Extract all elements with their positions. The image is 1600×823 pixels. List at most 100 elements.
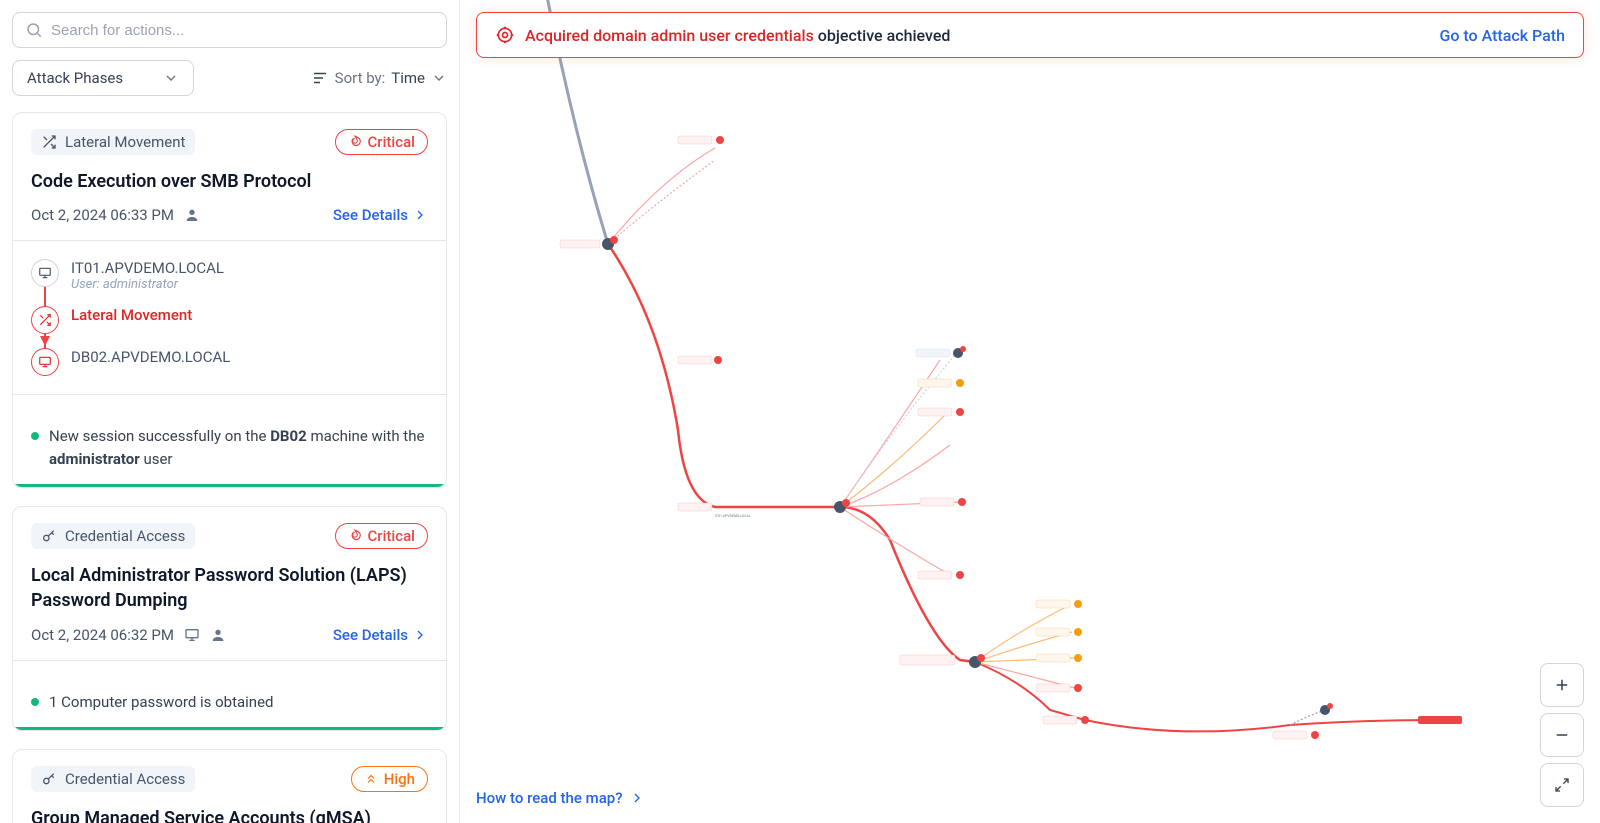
card-timestamp: Oct 2, 2024 06:32 PM xyxy=(31,626,174,644)
graph-node[interactable] xyxy=(716,136,724,144)
graph-node[interactable] xyxy=(1081,716,1089,724)
graph-node[interactable] xyxy=(714,356,722,364)
graph-label xyxy=(1273,731,1307,739)
card-timestamp: Oct 2, 2024 06:33 PM xyxy=(31,206,174,224)
graph-label xyxy=(1418,716,1462,724)
phase-select-label: Attack Phases xyxy=(27,69,123,87)
action-card: Credential Access Critical Local Adminis… xyxy=(12,506,447,731)
phase-tag: Credential Access xyxy=(31,766,195,792)
card-title: Code Execution over SMB Protocol xyxy=(31,169,428,194)
graph-node[interactable] xyxy=(1074,628,1082,636)
attack-map[interactable]: IT01.APVDEMO.LOCAL Acquired domain admin… xyxy=(460,0,1600,823)
host-label: IT01.APVDEMO.LOCAL xyxy=(715,514,751,518)
graph-label xyxy=(900,655,955,665)
graph-label xyxy=(1036,684,1070,692)
filter-row: Attack Phases Sort by: Time xyxy=(12,60,447,96)
graph-label xyxy=(560,240,600,248)
graph-label xyxy=(916,349,950,357)
arrow-down-icon xyxy=(40,336,50,346)
sort-icon xyxy=(311,69,329,87)
graph-node[interactable] xyxy=(953,346,966,358)
flow-target: DB02.APVDEMO.LOCAL xyxy=(71,348,428,366)
zoom-controls xyxy=(1540,663,1584,807)
phase-select[interactable]: Attack Phases xyxy=(12,60,194,96)
search-icon xyxy=(25,21,43,39)
go-to-attack-path-link[interactable]: Go to Attack Path xyxy=(1439,26,1565,45)
phase-tag: Credential Access xyxy=(31,523,195,549)
status-text: New session successfully on the DB02 mac… xyxy=(49,425,428,470)
flow-source-sub: User: administrator xyxy=(71,277,428,292)
user-icon xyxy=(210,627,226,643)
graph-canvas[interactable]: IT01.APVDEMO.LOCAL xyxy=(460,0,1600,823)
see-details-link[interactable]: See Details xyxy=(333,626,428,644)
zoom-out-button[interactable] xyxy=(1540,713,1584,757)
zoom-in-button[interactable] xyxy=(1540,663,1584,707)
chevron-right-icon xyxy=(412,627,428,643)
phase-tag-label: Credential Access xyxy=(65,527,185,545)
graph-node[interactable] xyxy=(602,236,618,250)
graph-node[interactable] xyxy=(1074,600,1082,608)
chevron-right-icon xyxy=(629,790,645,806)
graph-label xyxy=(918,571,952,579)
graph-node[interactable] xyxy=(956,571,964,579)
status-dot-icon xyxy=(31,698,39,706)
user-icon xyxy=(184,207,200,223)
computer-icon xyxy=(31,259,59,287)
see-details-link[interactable]: See Details xyxy=(333,206,428,224)
flow-action: Lateral Movement xyxy=(71,306,428,324)
graph-label xyxy=(1043,716,1077,724)
flow-source: IT01.APVDEMO.LOCAL xyxy=(71,259,428,277)
phase-tag-label: Lateral Movement xyxy=(65,133,185,151)
chevron-right-icon xyxy=(412,207,428,223)
target-icon xyxy=(495,25,515,45)
graph-node[interactable] xyxy=(956,408,964,416)
shuffle-icon xyxy=(41,134,57,150)
sort-value: Time xyxy=(391,69,425,87)
card-title: Group Managed Service Accounts (gMSA) xyxy=(31,806,428,823)
severity-pill: Critical xyxy=(335,129,428,155)
severity-label: Critical xyxy=(368,527,415,545)
graph-node[interactable] xyxy=(834,499,850,513)
phase-tag-label: Credential Access xyxy=(65,770,185,788)
status-text: 1 Computer password is obtained xyxy=(49,691,274,714)
chevron-down-icon xyxy=(163,70,179,86)
severity-label: High xyxy=(384,770,415,788)
status-row: New session successfully on the DB02 mac… xyxy=(31,411,428,484)
objective-banner: Acquired domain admin user credentials o… xyxy=(476,12,1584,58)
graph-label xyxy=(918,379,952,387)
plus-icon xyxy=(1553,676,1571,694)
how-to-read-link[interactable]: How to read the map? xyxy=(476,789,645,807)
graph-node[interactable] xyxy=(958,498,966,506)
expand-icon xyxy=(1554,777,1570,793)
shuffle-icon xyxy=(31,306,59,334)
graph-node[interactable] xyxy=(1320,703,1333,715)
graph-label xyxy=(678,136,712,144)
graph-label xyxy=(678,503,712,511)
status-dot-icon xyxy=(31,432,39,440)
chevron-up-icon xyxy=(364,772,378,786)
sort-select[interactable]: Sort by: Time xyxy=(311,69,447,87)
severity-pill: Critical xyxy=(335,523,428,549)
fullscreen-button[interactable] xyxy=(1540,763,1584,807)
action-card: Credential Access High Group Managed Ser… xyxy=(12,749,447,823)
search-input[interactable] xyxy=(51,22,434,39)
phase-tag: Lateral Movement xyxy=(31,129,195,155)
search-box[interactable] xyxy=(12,12,447,48)
flame-icon xyxy=(348,529,362,543)
banner-message-primary: Acquired domain admin user credentials xyxy=(525,26,814,45)
computer-icon xyxy=(184,627,200,643)
action-card: Lateral Movement Critical Code Execution… xyxy=(12,112,447,488)
minus-icon xyxy=(1553,726,1571,744)
status-row: 1 Computer password is obtained xyxy=(31,677,428,728)
banner-message-secondary: objective achieved xyxy=(818,26,951,45)
graph-node[interactable] xyxy=(956,379,964,387)
graph-label xyxy=(918,408,952,416)
graph-node[interactable] xyxy=(1311,731,1319,739)
graph-node[interactable] xyxy=(1074,654,1082,662)
graph-node[interactable] xyxy=(1074,684,1082,692)
key-icon xyxy=(41,771,57,787)
chevron-down-icon xyxy=(431,70,447,86)
graph-label xyxy=(920,498,954,506)
key-icon xyxy=(41,528,57,544)
severity-label: Critical xyxy=(368,133,415,151)
